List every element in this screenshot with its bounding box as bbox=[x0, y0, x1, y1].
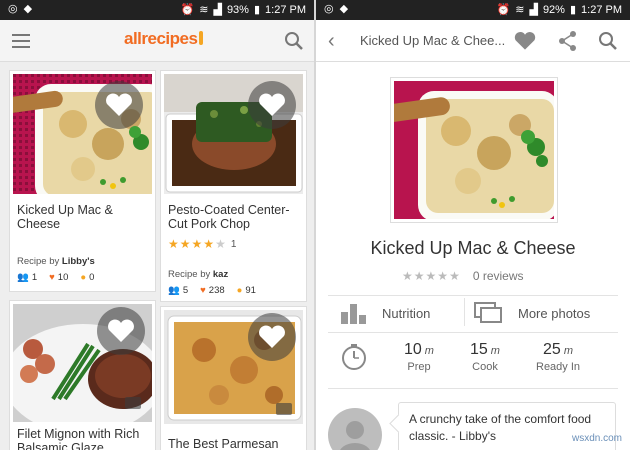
alarm-icon: ⏰ bbox=[496, 4, 511, 16]
rating-stars: ★ ★ ★ ★ ★ 1 bbox=[168, 237, 237, 251]
recipe-card[interactable]: The Best Parmesan bbox=[160, 306, 307, 450]
avatar[interactable] bbox=[328, 408, 382, 450]
battery-icon: ▮ bbox=[569, 4, 577, 16]
status-bar: ◎ ◆ ⏰ ≋ ▟ 92% ▮ 1:27 PM bbox=[316, 0, 630, 20]
battery-text: 93% bbox=[226, 3, 249, 16]
heart-icon: ♥ bbox=[200, 285, 206, 296]
recipe-card[interactable]: Kicked Up Mac & Cheese Recipe by Libby's… bbox=[9, 70, 156, 292]
app-bar: ‹ Kicked Up Mac & Chee... bbox=[316, 20, 630, 62]
heart-icon bbox=[108, 319, 134, 342]
clock-time: 1:27 PM bbox=[265, 3, 306, 16]
camera-icon bbox=[276, 403, 292, 415]
recipe-title: Pesto-Coated Center-Cut Pork Chop bbox=[168, 203, 290, 231]
divider bbox=[328, 332, 618, 333]
recipe-title: The Best Parmesan bbox=[168, 437, 279, 450]
star-icon: ★ bbox=[191, 237, 203, 251]
recipe-card[interactable]: Pesto-Coated Center-Cut Pork Chop ★ ★ ★ ★ ★ … bbox=[160, 70, 307, 302]
star-icon: ★ bbox=[168, 237, 179, 251]
recipe-detail-screen: ◎ ◆ ⏰ ≋ ▟ 92% ▮ 1:27 PM ‹ Kicked Up Mac … bbox=[316, 0, 630, 450]
star-icon: ★ bbox=[402, 269, 413, 283]
recipe-title: Filet Mignon with Rich Balsamic Glaze bbox=[17, 427, 140, 450]
search-icon[interactable] bbox=[284, 31, 304, 51]
recipe-title: Kicked Up Mac & Cheese bbox=[17, 203, 113, 231]
divider bbox=[328, 388, 618, 389]
heart-icon bbox=[259, 93, 285, 116]
heart-icon: ♥ bbox=[49, 272, 55, 283]
more-photos-label: More photos bbox=[518, 305, 591, 321]
wifi-icon: ≋ bbox=[515, 4, 525, 16]
photos-icon bbox=[474, 302, 502, 323]
users-icon: 👥 bbox=[17, 272, 29, 283]
tip-icon: ● bbox=[80, 272, 87, 283]
star-icon: ★ bbox=[413, 269, 425, 283]
watermark: wsxdn.com bbox=[571, 433, 622, 444]
divider bbox=[328, 295, 618, 296]
recipe-card[interactable]: Filet Mignon with Rich Balsamic Glaze bbox=[9, 300, 156, 450]
battery-text: 92% bbox=[542, 3, 565, 16]
dropbox-icon: ◆ bbox=[23, 3, 33, 15]
favorite-button[interactable] bbox=[95, 81, 143, 129]
menu-icon[interactable] bbox=[12, 34, 30, 48]
alarm-icon: ⏰ bbox=[180, 4, 195, 16]
heart-icon bbox=[259, 325, 285, 348]
back-icon[interactable]: ‹ bbox=[328, 30, 335, 53]
users-icon: 👥 bbox=[168, 285, 180, 296]
clock-time: 1:27 PM bbox=[581, 3, 622, 16]
star-icon: ★ bbox=[449, 269, 460, 283]
camera-icon bbox=[125, 397, 141, 409]
cook-time: 15 m Cook bbox=[470, 341, 500, 373]
allrecipes-logo[interactable]: allrecipes bbox=[124, 29, 204, 49]
recipe-author: Recipe by kaz bbox=[168, 269, 229, 280]
share-icon[interactable] bbox=[558, 30, 578, 52]
favorite-button[interactable] bbox=[97, 307, 145, 355]
recipe-hero-photo[interactable] bbox=[390, 77, 558, 223]
star-icon: ★ bbox=[215, 237, 226, 251]
whatsapp-icon: ◎ bbox=[8, 3, 18, 15]
divider bbox=[464, 298, 465, 326]
nutrition-label: Nutrition bbox=[382, 305, 431, 321]
nutrition-icon bbox=[341, 304, 366, 324]
wifi-icon: ≋ bbox=[199, 4, 209, 16]
reviews-count[interactable]: 0 reviews bbox=[473, 269, 524, 283]
nutrition-button[interactable]: Nutrition bbox=[340, 302, 430, 324]
more-photos-button[interactable]: More photos bbox=[474, 302, 590, 324]
star-icon: ★ bbox=[179, 237, 191, 251]
clock-icon bbox=[342, 344, 366, 370]
star-icon: ★ bbox=[425, 269, 437, 283]
rating-row[interactable]: ★ ★ ★ ★ ★ 0 reviews bbox=[402, 269, 524, 283]
status-bar: ◎ ◆ ⏰ ≋ ▟ 93% ▮ 1:27 PM bbox=[0, 0, 314, 20]
whatsapp-icon: ◎ bbox=[324, 3, 334, 15]
ready-time: 25 m Ready In bbox=[536, 341, 581, 373]
signal-icon: ▟ bbox=[213, 4, 222, 16]
heart-icon[interactable] bbox=[514, 31, 536, 51]
search-icon[interactable] bbox=[598, 31, 618, 51]
recipe-list-screen: ◎ ◆ ⏰ ≋ ▟ 93% ▮ 1:27 PM allrecipes Kicke… bbox=[0, 0, 314, 450]
battery-icon: ▮ bbox=[253, 4, 261, 16]
app-bar: allrecipes bbox=[0, 20, 314, 62]
favorite-button[interactable] bbox=[248, 81, 296, 129]
star-icon: ★ bbox=[203, 237, 215, 251]
star-icon: ★ bbox=[437, 269, 449, 283]
header-title: Kicked Up Mac & Chee... bbox=[360, 33, 506, 48]
recipe-author: Recipe by Libby's bbox=[17, 256, 95, 267]
prep-time: 10 m Prep bbox=[404, 341, 434, 373]
dropbox-icon: ◆ bbox=[339, 3, 349, 15]
recipe-stats: 👥 5 ♥ 238 ● 91 bbox=[168, 285, 256, 296]
heart-icon bbox=[106, 93, 132, 116]
signal-icon: ▟ bbox=[529, 4, 538, 16]
tip-icon: ● bbox=[236, 285, 243, 296]
recipe-stats: 👥 1 ♥ 10 ● 0 bbox=[17, 272, 95, 283]
cook-times: 10 m Prep 15 m Cook 25 m Ready In bbox=[340, 341, 620, 381]
recipe-title: Kicked Up Mac & Cheese bbox=[370, 238, 576, 258]
favorite-button[interactable] bbox=[248, 313, 296, 361]
